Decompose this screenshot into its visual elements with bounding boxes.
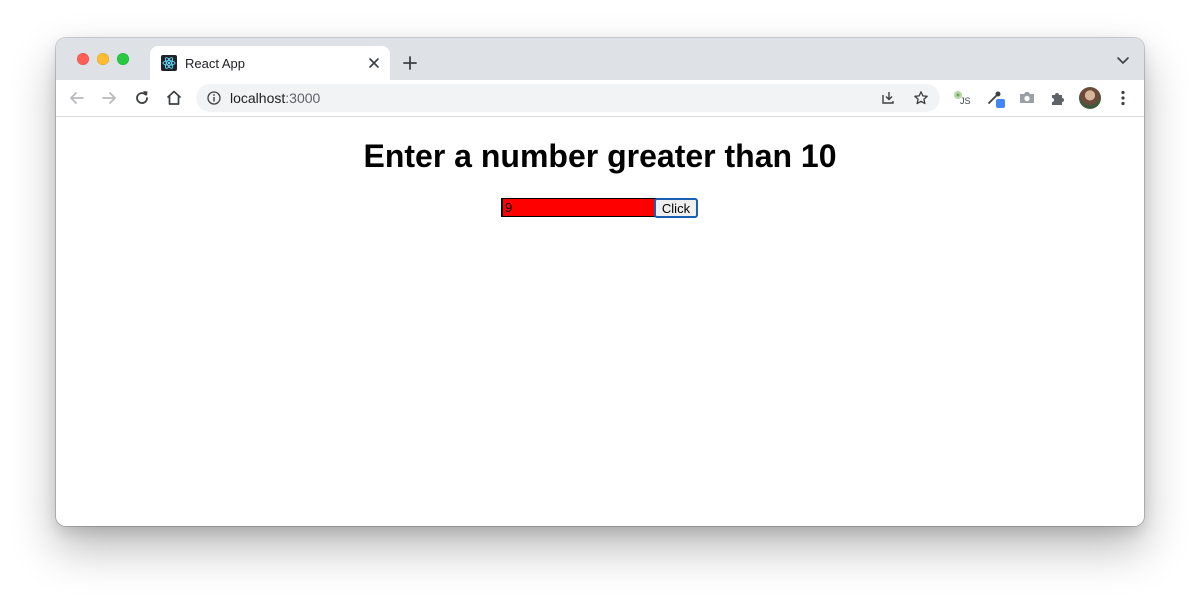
tab-close-icon[interactable] (366, 55, 382, 71)
back-icon[interactable] (67, 88, 87, 108)
info-icon[interactable] (207, 91, 221, 105)
url-host: localhost (230, 90, 286, 106)
svg-text:JS: JS (960, 96, 971, 106)
forward-icon[interactable] (99, 88, 119, 108)
page-heading: Enter a number greater than 10 (363, 138, 837, 174)
address-bar[interactable]: localhost:3000 (196, 84, 940, 112)
number-input[interactable] (501, 198, 658, 217)
kebab-menu-icon[interactable] (1115, 89, 1131, 107)
url-text[interactable]: localhost:3000 (230, 90, 320, 106)
page-content: Enter a number greater than 10 Click (56, 117, 1144, 526)
camera-extension-icon[interactable] (1017, 88, 1037, 108)
bookmark-star-icon[interactable] (913, 90, 929, 106)
url-port: :3000 (285, 90, 321, 106)
window-minimize-button[interactable] (97, 53, 109, 65)
eyedropper-extension-icon[interactable] (985, 88, 1005, 108)
js-extension-icon[interactable]: JS (952, 88, 972, 108)
new-tab-plus-icon[interactable] (400, 53, 420, 73)
window-zoom-button[interactable] (117, 53, 129, 65)
home-icon[interactable] (164, 88, 184, 108)
profile-avatar[interactable] (1079, 87, 1101, 109)
install-icon[interactable] (880, 90, 896, 106)
reload-icon[interactable] (132, 88, 152, 108)
react-logo-icon (161, 55, 177, 71)
tab-search-chevron-down-icon[interactable] (1116, 55, 1130, 65)
click-button[interactable]: Click (654, 198, 698, 218)
extensions-puzzle-icon[interactable] (1048, 88, 1068, 108)
browser-toolbar: localhost:3000 JS (56, 80, 1144, 117)
tab-react-app[interactable]: React App (150, 46, 390, 80)
browser-window: React App localhost:3000 JS Enter a numb… (56, 38, 1144, 526)
window-close-button[interactable] (77, 53, 89, 65)
tab-strip: React App (56, 38, 1144, 80)
tab-title: React App (185, 56, 245, 71)
